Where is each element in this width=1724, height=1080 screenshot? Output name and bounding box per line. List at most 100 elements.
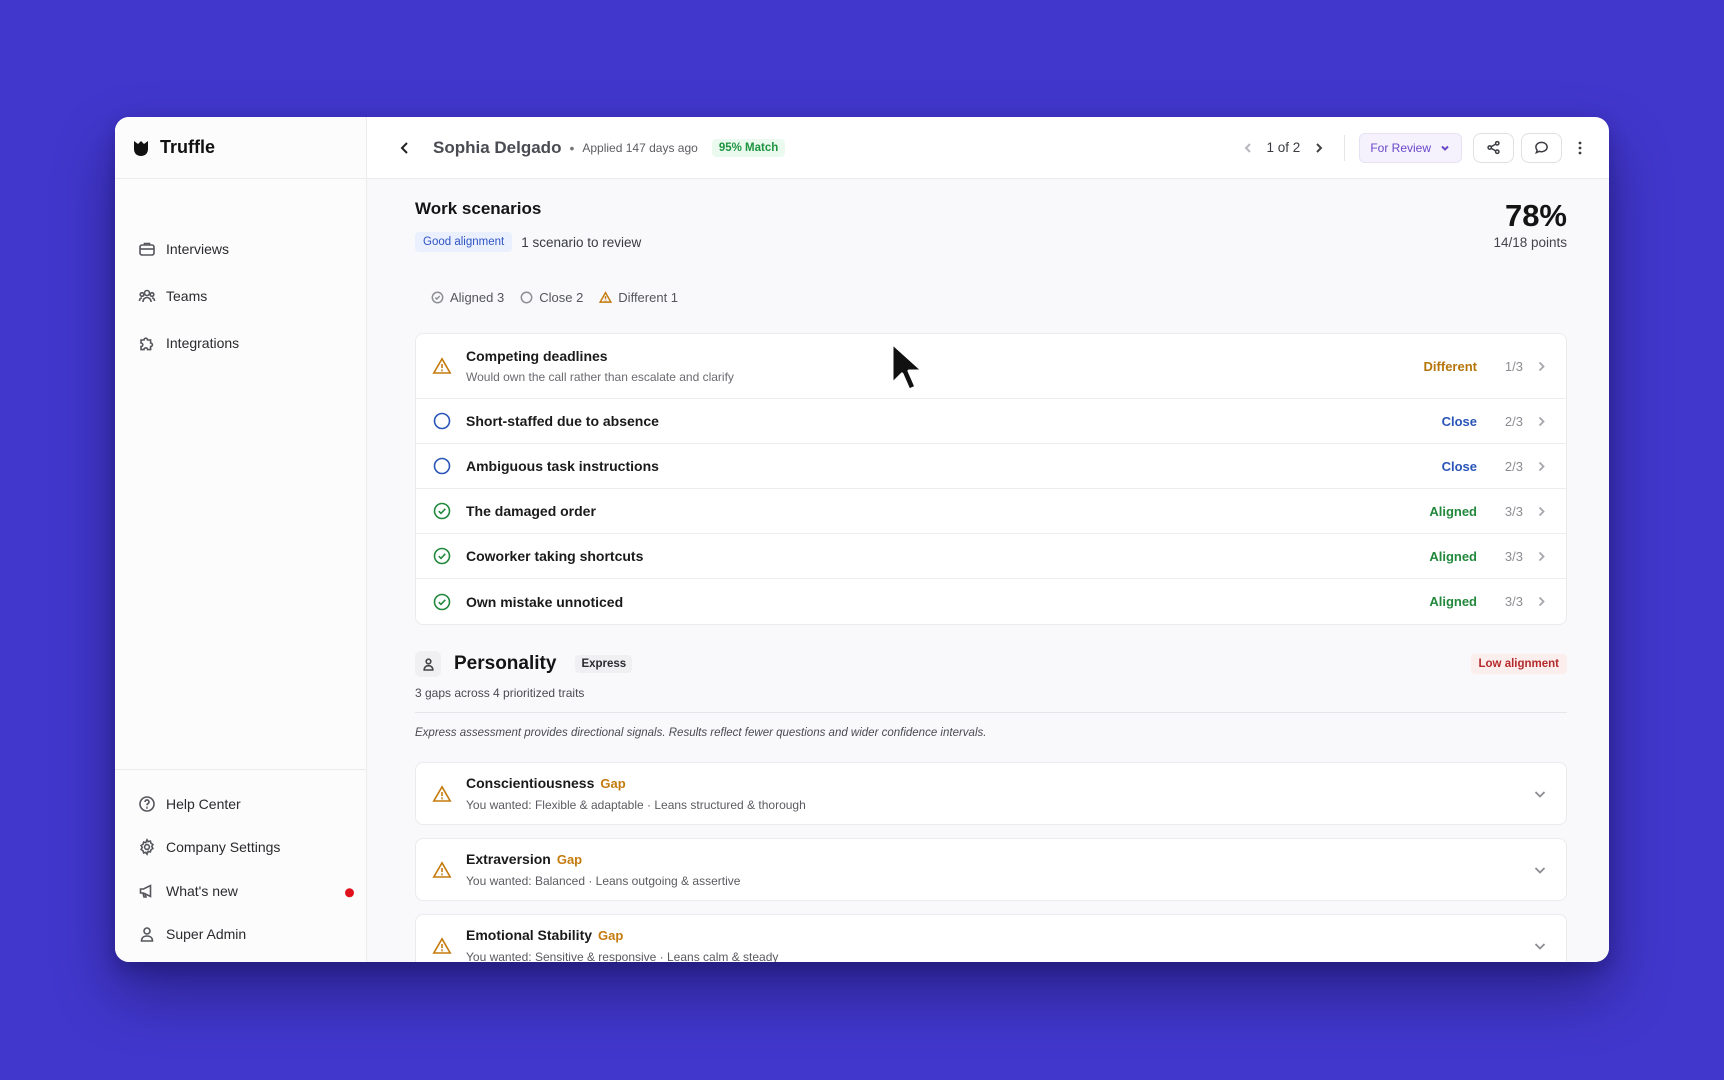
express-badge: Express bbox=[575, 655, 633, 673]
scenario-status: Close bbox=[1441, 413, 1477, 429]
briefcase-icon bbox=[139, 242, 155, 256]
separator-dot: • bbox=[569, 139, 575, 156]
chevron-right-icon bbox=[1538, 461, 1545, 471]
personality-title: Personality bbox=[454, 653, 557, 674]
scenario-row-damaged-order[interactable]: The damaged order Aligned 3/3 bbox=[416, 489, 1566, 534]
check-circle-icon bbox=[432, 546, 452, 566]
scenario-row-own-mistake[interactable]: Own mistake unnoticed Aligned 3/3 bbox=[416, 579, 1566, 624]
scenario-score: 2/3 bbox=[1504, 458, 1523, 474]
scenario-title: The damaged order bbox=[466, 503, 596, 519]
sidebar-item-super-admin[interactable]: Super Admin bbox=[115, 913, 366, 957]
next-candidate-icon[interactable] bbox=[1312, 141, 1326, 155]
legend-label: Different 1 bbox=[618, 289, 679, 305]
circle-icon bbox=[432, 411, 452, 431]
megaphone-icon bbox=[139, 883, 152, 898]
low-alignment-badge: Low alignment bbox=[1470, 654, 1567, 674]
scenario-text: Competing deadlines Would own the call r… bbox=[466, 348, 1424, 384]
sidebar: Truffle Interviews Teams Integrations He… bbox=[115, 117, 367, 962]
brand[interactable]: Truffle bbox=[115, 117, 366, 179]
scenario-title: Ambiguous task instructions bbox=[466, 458, 659, 474]
chevron-right-icon bbox=[1538, 506, 1545, 516]
users-icon bbox=[138, 289, 156, 302]
chevron-right-icon bbox=[1538, 551, 1545, 561]
scenario-row-competing-deadlines[interactable]: Competing deadlines Would own the call r… bbox=[416, 334, 1566, 399]
truffle-logo-icon bbox=[131, 138, 151, 158]
trait-text: Extraversion Gap You wanted: Balanced · L… bbox=[466, 851, 1532, 888]
main-panel: Sophia Delgado • Applied 147 days ago 95… bbox=[367, 117, 1609, 962]
scenario-title: Coworker taking shortcuts bbox=[466, 548, 644, 564]
warning-triangle-icon bbox=[432, 784, 452, 804]
scenario-status: Aligned bbox=[1429, 548, 1477, 564]
scenario-text: Short-staffed due to absence bbox=[466, 413, 1442, 429]
sidebar-item-label: Help Center bbox=[166, 795, 241, 812]
sidebar-footer: Help Center Company Settings What's new … bbox=[115, 769, 366, 962]
trait-card-conscientiousness[interactable]: Conscientiousness Gap You wanted: Flexibl… bbox=[415, 762, 1567, 825]
personality-header: Personality Express Low alignment bbox=[415, 651, 1567, 677]
score-summary: 78% 14/18 points bbox=[1493, 198, 1567, 251]
trait-card-emotional-stability[interactable]: Emotional Stability Gap You wanted: Sensi… bbox=[415, 914, 1567, 962]
share-button[interactable] bbox=[1473, 132, 1514, 163]
scenario-text: Ambiguous task instructions bbox=[466, 458, 1442, 474]
scenario-status: Aligned bbox=[1429, 594, 1477, 609]
scenario-status: Close bbox=[1441, 458, 1477, 474]
legend-different: Different 1 bbox=[599, 290, 678, 305]
trait-title: Emotional Stability bbox=[466, 927, 593, 943]
chevron-left-icon bbox=[400, 141, 408, 154]
scenario-row-coworker-shortcuts[interactable]: Coworker taking shortcuts Aligned 3/3 bbox=[416, 534, 1566, 579]
trait-description: You wanted: Flexible & adaptable · Leans… bbox=[466, 798, 806, 812]
trait-title: Conscientiousness bbox=[466, 775, 595, 791]
circle-icon bbox=[520, 291, 533, 303]
score-points: 14/18 points bbox=[1493, 235, 1567, 251]
header-actions: 1 of 2 For Review bbox=[1241, 132, 1591, 163]
share-icon bbox=[1487, 140, 1500, 155]
scenario-score: 1/3 bbox=[1504, 358, 1523, 374]
back-button[interactable] bbox=[393, 136, 417, 160]
comment-button[interactable] bbox=[1521, 132, 1562, 163]
gap-tag: Gap bbox=[600, 776, 626, 791]
scenario-text: Own mistake unnoticed bbox=[466, 594, 1429, 610]
pager-label: 1 of 2 bbox=[1266, 140, 1301, 155]
scenario-score: 2/3 bbox=[1504, 413, 1523, 429]
sidebar-item-whats-new[interactable]: What's new bbox=[115, 869, 366, 913]
warning-triangle-icon bbox=[432, 356, 452, 376]
sidebar-item-teams[interactable]: Teams bbox=[115, 272, 366, 319]
legend-label: Aligned 3 bbox=[450, 289, 505, 305]
scenario-text: Coworker taking shortcuts bbox=[466, 548, 1429, 564]
gap-tag: Gap bbox=[598, 928, 624, 943]
scenario-list: Competing deadlines Would own the call r… bbox=[415, 333, 1567, 625]
user-icon bbox=[140, 927, 154, 943]
scenario-row-short-staffed[interactable]: Short-staffed due to absence Close 2/3 bbox=[416, 399, 1566, 444]
check-circle-icon bbox=[432, 501, 452, 521]
sidebar-item-label: Integrations bbox=[166, 334, 240, 351]
legend-aligned: Aligned 3 bbox=[431, 290, 504, 305]
personality-note: Express assessment provides directional … bbox=[415, 727, 987, 739]
trait-description: You wanted: Balanced · Leans outgoing & … bbox=[466, 874, 741, 888]
sidebar-item-company-settings[interactable]: Company Settings bbox=[115, 826, 366, 870]
scenario-row-ambiguous-task[interactable]: Ambiguous task instructions Close 2/3 bbox=[416, 444, 1566, 489]
sidebar-item-integrations[interactable]: Integrations bbox=[115, 319, 366, 366]
status-dropdown[interactable]: For Review bbox=[1359, 132, 1462, 163]
applied-date: Applied 147 days ago bbox=[582, 140, 698, 155]
prev-candidate-icon[interactable] bbox=[1241, 141, 1255, 155]
more-options-button[interactable] bbox=[1569, 133, 1591, 163]
score-percent: 78% bbox=[1504, 198, 1567, 233]
warning-triangle-icon bbox=[432, 860, 452, 880]
help-circle-icon bbox=[139, 795, 155, 812]
scenario-score: 3/3 bbox=[1504, 548, 1523, 564]
review-count: 1 scenario to review bbox=[521, 234, 642, 250]
report-content[interactable]: Work scenarios Good alignment 1 scenario… bbox=[367, 179, 1609, 962]
sidebar-item-label: What's new bbox=[166, 882, 238, 899]
circle-icon bbox=[432, 456, 452, 476]
legend-close: Close 2 bbox=[520, 290, 583, 305]
more-vertical-icon bbox=[1578, 141, 1582, 154]
legend-label: Close 2 bbox=[539, 289, 584, 305]
scenario-legend: Aligned 3 Close 2 Different 1 bbox=[415, 283, 1567, 311]
sidebar-item-interviews[interactable]: Interviews bbox=[115, 225, 366, 272]
personality-subtitle: 3 gaps across 4 prioritized traits bbox=[415, 686, 1567, 713]
chevron-down-icon bbox=[1441, 145, 1449, 151]
sidebar-item-help-center[interactable]: Help Center bbox=[115, 782, 366, 826]
work-scenarios-header: Work scenarios Good alignment 1 scenario… bbox=[415, 198, 1567, 283]
trait-description: You wanted: Sensitive & responsive · Lea… bbox=[466, 950, 779, 962]
person-icon bbox=[415, 651, 441, 677]
trait-card-extraversion[interactable]: Extraversion Gap You wanted: Balanced · L… bbox=[415, 838, 1567, 901]
